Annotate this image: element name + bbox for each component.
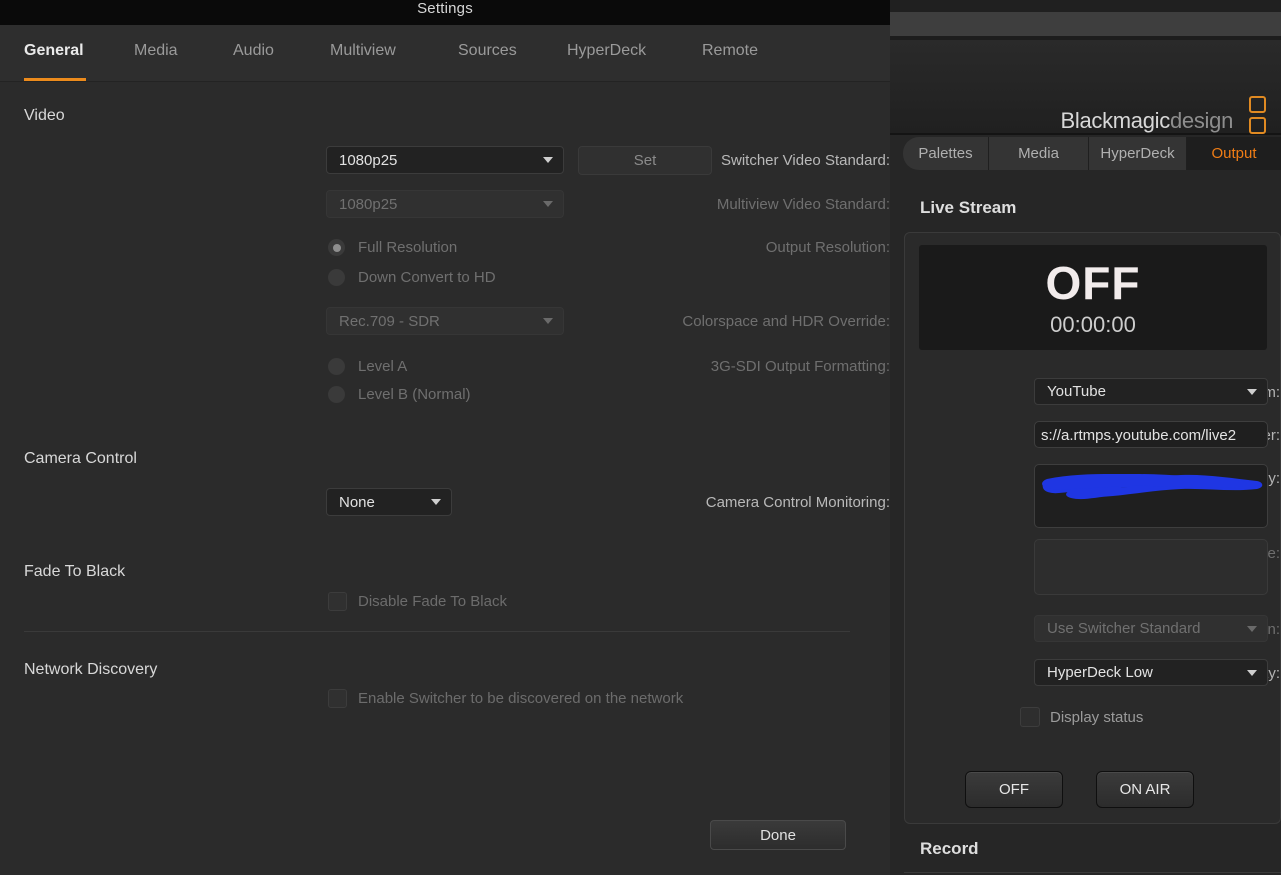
checkbox-disable-fade-to-black[interactable]	[328, 592, 347, 611]
set-button[interactable]: Set	[578, 146, 712, 175]
dropdown-platform[interactable]: YouTube	[1034, 378, 1268, 405]
record-card-top-edge	[904, 872, 1281, 873]
chevron-down-icon	[431, 499, 441, 505]
dropdown-camera-control-monitoring[interactable]: None	[326, 488, 452, 516]
section-heading-camera-control: Camera Control	[24, 450, 137, 467]
chevron-down-icon	[543, 157, 553, 163]
tab-media[interactable]: Media	[134, 42, 178, 60]
tab-audio[interactable]: Audio	[233, 42, 274, 60]
label-multiview-video-standard: Multiview Video Standard:	[716, 196, 890, 213]
dropdown-multiview-video-standard[interactable]: 1080p25	[326, 190, 564, 218]
dropdown-switcher-video-standard[interactable]: 1080p25	[326, 146, 564, 174]
stream-on-air-button[interactable]: ON AIR	[1096, 771, 1194, 808]
server-input[interactable]: s://a.rtmps.youtube.com/live2	[1034, 421, 1268, 448]
redaction-scribble	[1042, 473, 1263, 500]
page-title: Settings	[417, 0, 473, 17]
checkbox-label-disable-fade-to-black: Disable Fade To Black	[358, 593, 507, 610]
radio-label-level-a: Level A	[358, 358, 408, 375]
tab-hyperdeck[interactable]: HyperDeck	[567, 42, 646, 60]
radio-selected-dot	[332, 243, 341, 252]
live-stream-heading: Live Stream	[920, 198, 1017, 217]
tab-multiview[interactable]: Multiview	[330, 42, 396, 60]
checkbox-display-status[interactable]	[1020, 707, 1040, 727]
logo-text-design: design	[1169, 108, 1233, 133]
checkbox-label-enable-network-discovery: Enable Switcher to be discovered on the …	[358, 690, 684, 707]
panel-tab-bar: Palettes Media HyperDeck Output	[890, 137, 1281, 170]
control-panel: Blackmagicdesign Palettes Media HyperDec…	[890, 0, 1281, 875]
checkbox-label-display-status: Display status	[1050, 709, 1144, 726]
radio-level-a[interactable]	[328, 358, 345, 375]
panel-tab-media[interactable]: Media	[989, 137, 1089, 170]
active-tab-indicator	[24, 78, 86, 81]
tab-general[interactable]: General	[24, 42, 84, 60]
live-stream-status-text: OFF	[1045, 256, 1141, 309]
brand-header: Blackmagicdesign	[890, 40, 1281, 155]
blackmagic-design-logo: Blackmagicdesign	[1060, 108, 1233, 134]
panel-tab-hyperdeck[interactable]: HyperDeck	[1089, 137, 1187, 170]
section-heading-network-discovery: Network Discovery	[24, 661, 158, 678]
chevron-down-icon	[1247, 669, 1257, 676]
live-stream-timecode: 00:00:00	[1050, 311, 1136, 337]
dropdown-multiview-video-standard-value: 1080p25	[339, 195, 398, 213]
passphrase-input[interactable]	[1034, 539, 1268, 595]
dropdown-quality[interactable]: HyperDeck Low	[1034, 659, 1268, 686]
dropdown-resolution-value: Use Switcher Standard	[1047, 620, 1201, 637]
dropdown-quality-value: HyperDeck Low	[1047, 664, 1153, 681]
tab-sources[interactable]: Sources	[458, 42, 517, 60]
stream-off-button[interactable]: OFF	[965, 771, 1063, 808]
section-heading-fade-to-black: Fade To Black	[24, 563, 126, 580]
radio-full-resolution[interactable]	[328, 239, 345, 256]
dropdown-platform-value: YouTube	[1047, 383, 1106, 400]
radio-label-down-convert-to-hd: Down Convert to HD	[358, 269, 496, 286]
server-input-value: s://a.rtmps.youtube.com/live2	[1041, 427, 1237, 444]
label-colorspace-hdr-override: Colorspace and HDR Override:	[682, 313, 890, 330]
chevron-down-icon	[1247, 388, 1257, 395]
done-button[interactable]: Done	[710, 820, 846, 850]
dropdown-colorspace-hdr-override[interactable]: Rec.709 - SDR	[326, 307, 564, 335]
settings-title-bar: Settings	[0, 0, 890, 25]
section-heading-video: Video	[24, 107, 65, 124]
settings-window: Settings General Media Audio Multiview S…	[0, 0, 890, 875]
radio-label-level-b-normal: Level B (Normal)	[358, 386, 471, 403]
live-stream-card: OFF 00:00:00 Platform: YouTube Server: s…	[904, 232, 1281, 824]
live-stream-status-display: OFF 00:00:00	[919, 245, 1267, 350]
dropdown-switcher-video-standard-value: 1080p25	[339, 151, 398, 169]
stream-key-input[interactable]	[1034, 464, 1268, 528]
radio-down-convert-to-hd[interactable]	[328, 269, 345, 286]
dropdown-camera-control-monitoring-value: None	[339, 493, 375, 511]
panel-tab-output[interactable]: Output	[1187, 137, 1281, 170]
settings-tab-bar: General Media Audio Multiview Sources Hy…	[0, 25, 890, 82]
dropdown-colorspace-value: Rec.709 - SDR	[339, 312, 440, 330]
checkbox-enable-network-discovery[interactable]	[328, 689, 347, 708]
panel-toolbar-strip	[890, 12, 1281, 36]
record-heading: Record	[920, 839, 979, 858]
radio-level-b-normal[interactable]	[328, 386, 345, 403]
radio-label-full-resolution: Full Resolution	[358, 239, 458, 256]
panel-tab-palettes[interactable]: Palettes	[903, 137, 989, 170]
tab-remote[interactable]: Remote	[702, 42, 758, 60]
settings-form: Video Switcher Video Standard: 1080p25 S…	[0, 82, 890, 875]
chevron-down-icon	[543, 318, 553, 324]
dropdown-resolution[interactable]: Use Switcher Standard	[1034, 615, 1268, 642]
label-3g-sdi-output-formatting: 3G-SDI Output Formatting:	[710, 358, 890, 375]
chevron-down-icon	[1247, 625, 1257, 632]
panel-top-strip	[890, 0, 1281, 12]
logo-text-blackmagic: Blackmagic	[1060, 108, 1170, 133]
chevron-down-icon	[543, 201, 553, 207]
label-camera-control-monitoring: Camera Control Monitoring:	[705, 494, 890, 511]
section-divider	[24, 631, 850, 632]
label-output-resolution: Output Resolution:	[765, 239, 890, 256]
